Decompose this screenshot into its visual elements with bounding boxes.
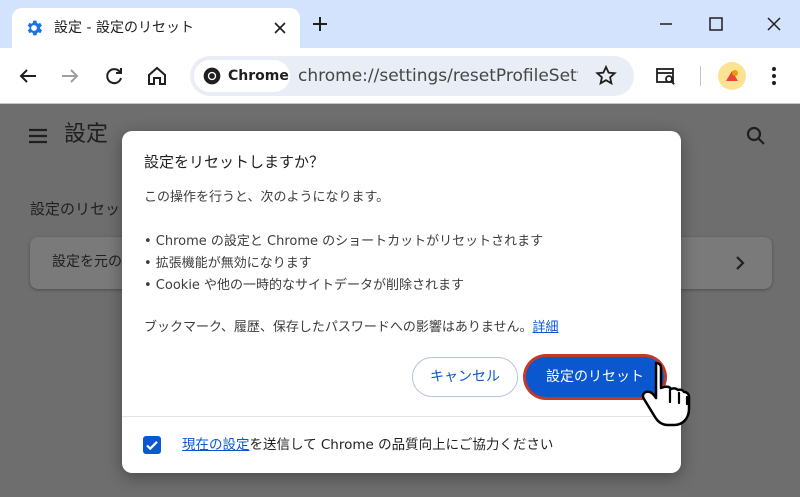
minimize-icon[interactable] xyxy=(654,12,678,36)
list-item: • 拡張機能が無効になります xyxy=(144,256,312,271)
hamburger-menu-icon[interactable] xyxy=(26,124,50,148)
new-tab-icon[interactable] xyxy=(308,12,332,36)
omnibox[interactable]: Chrome chrome://settings/resetProfileSet… xyxy=(190,56,634,96)
reset-settings-dialog: 設定をリセットしますか？ この操作を行うと、次のようになります。 • Chrom… xyxy=(122,131,681,473)
current-settings-link[interactable]: 現在の設定 xyxy=(182,437,250,453)
close-icon[interactable] xyxy=(270,18,290,38)
search-icon[interactable] xyxy=(744,124,768,148)
maximize-icon[interactable] xyxy=(704,12,728,36)
title-bar: 設定 - 設定のリセット xyxy=(0,0,800,48)
page-title: 設定 xyxy=(64,122,109,147)
list-item: • Cookie や他の一時的なサイトデータが削除されます xyxy=(144,278,465,293)
profile-icon xyxy=(726,70,738,81)
bookmark-star-icon[interactable] xyxy=(594,64,618,88)
reload-icon[interactable] xyxy=(102,64,126,88)
toolbar-divider xyxy=(700,66,701,86)
dialog-effects-list: • Chrome の設定と Chrome のショートカットがリセットされます •… xyxy=(144,231,664,297)
dialog-note-text: ブックマーク、履歴、保存したパスワードへの影響はありません。 xyxy=(144,320,533,335)
window-close-icon[interactable] xyxy=(762,12,786,36)
chrome-icon xyxy=(203,67,221,85)
feedback-label-text: を送信して Chrome の品質向上にご協力ください xyxy=(249,437,554,453)
tab-search-icon[interactable] xyxy=(654,64,678,88)
section-title: 設定のリセッ xyxy=(30,200,121,218)
checkmark-icon xyxy=(146,441,158,451)
list-item: • Chrome の設定と Chrome のショートカットがリセットされます xyxy=(144,234,544,249)
url-text[interactable]: chrome://settings/resetProfileSettin... xyxy=(298,65,578,87)
learn-more-link[interactable]: 詳細 xyxy=(532,320,558,335)
dialog-body: この操作を行うと、次のようになります。 • Chrome の設定と Chrome… xyxy=(144,187,664,339)
browser-toolbar: Chrome chrome://settings/resetProfileSet… xyxy=(0,48,800,104)
dialog-note: ブックマーク、履歴、保存したパスワードへの影響はありません。詳細 xyxy=(144,317,664,339)
chip-label: Chrome xyxy=(228,68,289,84)
cancel-button[interactable]: キャンセル xyxy=(412,357,518,397)
feedback-label: 現在の設定を送信して Chrome の品質向上にご協力ください xyxy=(182,435,553,455)
feedback-checkbox[interactable] xyxy=(143,436,161,454)
menu-more-icon[interactable] xyxy=(762,64,786,88)
profile-avatar[interactable] xyxy=(718,62,746,90)
dialog-intro: この操作を行うと、次のようになります。 xyxy=(144,190,390,205)
dialog-divider xyxy=(122,416,681,417)
chevron-right-icon xyxy=(736,256,745,270)
home-icon[interactable] xyxy=(145,64,169,88)
forward-icon[interactable] xyxy=(58,64,82,88)
gear-icon xyxy=(27,20,43,36)
hand-pointer-icon xyxy=(641,361,691,427)
site-info-chip[interactable]: Chrome xyxy=(194,60,290,92)
reset-row-label: 設定を元の xyxy=(52,254,122,270)
tab-title: 設定 - 設定のリセット xyxy=(54,20,194,36)
browser-tab[interactable]: 設定 - 設定のリセット xyxy=(12,8,300,48)
back-icon[interactable] xyxy=(16,64,40,88)
dialog-title: 設定をリセットしますか？ xyxy=(144,153,325,171)
